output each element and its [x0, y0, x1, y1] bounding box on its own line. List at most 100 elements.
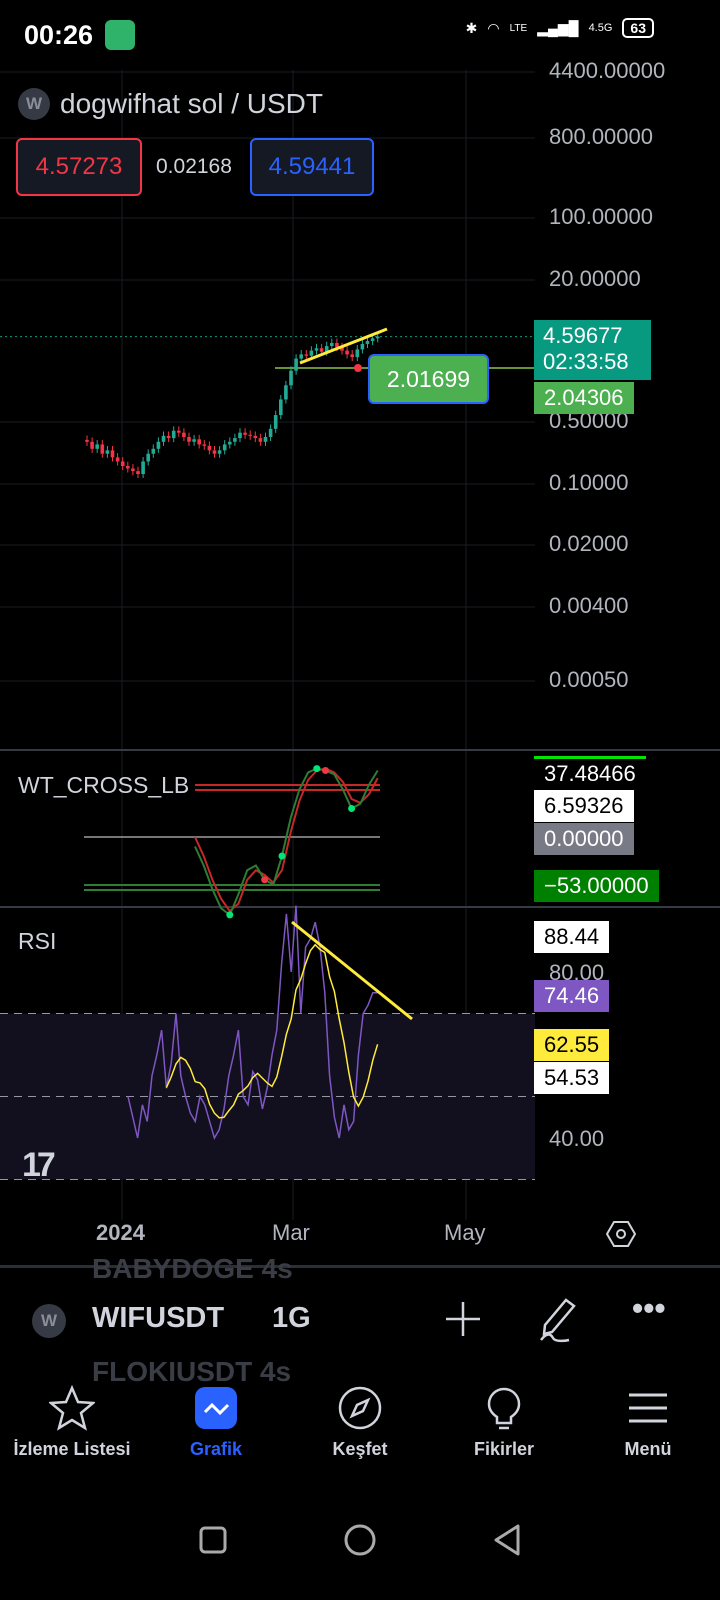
candle-body	[171, 430, 176, 439]
candle-body	[248, 434, 252, 436]
candle-body	[233, 438, 237, 442]
nav-label: Grafik	[189, 1439, 243, 1459]
candle-body	[355, 349, 360, 358]
symbol-header[interactable]: W dogwifhat sol / USDT	[18, 88, 323, 120]
app-notification-icon	[105, 20, 135, 50]
wt-cross-dot	[261, 876, 269, 884]
candle-body	[319, 348, 324, 352]
candle-body	[294, 358, 298, 371]
nav-ideas[interactable]: Fikirler	[432, 1375, 576, 1480]
bottom-toolbar: BABYDOGE 4s W WIFUSDT 1G FLOKIUSDT 4s ••…	[0, 1253, 720, 1387]
wt-indicator-title[interactable]: WT_CROSS_LB	[18, 772, 189, 799]
candle-body	[105, 450, 110, 454]
volte-icon: LTE	[509, 22, 528, 34]
candle-body	[350, 354, 354, 358]
ghost-symbol-above: BABYDOGE 4s	[92, 1253, 293, 1284]
chart-canvas[interactable]	[0, 70, 720, 1220]
rsi-indicator-title[interactable]: RSI	[18, 928, 56, 955]
spread-value: 0.02168	[156, 155, 232, 178]
candle-body	[222, 444, 227, 451]
signal-dot	[354, 364, 362, 372]
last-price-tag: 4.59677 02:33:58	[534, 320, 651, 380]
candle-body	[279, 399, 283, 416]
candle-body	[166, 435, 171, 439]
candle-body	[304, 354, 309, 356]
candle-body	[161, 435, 166, 442]
rsi-tag-signal: 62.55	[534, 1029, 610, 1061]
drawing-tools-icon[interactable]	[534, 1296, 580, 1344]
price-axis-label: 0.10000	[549, 470, 629, 495]
buy-button[interactable]: 4.59441	[250, 138, 374, 196]
nav-menu[interactable]: Menü	[576, 1375, 720, 1480]
candle-body	[299, 354, 303, 359]
chart-settings-icon[interactable]	[606, 1220, 636, 1248]
wt-cross-dot	[278, 852, 286, 860]
system-icons: ✱ ◠ LTE ▂▄▆█ 4.5G 63	[466, 18, 654, 38]
candle-body	[100, 444, 105, 454]
nav-explore[interactable]: Keşfet	[288, 1375, 432, 1480]
candle-body	[90, 441, 94, 449]
price-axis-label: 800.00000	[549, 124, 653, 149]
chart-icon	[195, 1387, 237, 1429]
signal-icon: ▂▄▆█	[537, 19, 579, 36]
symbol-logo: W	[18, 88, 50, 120]
time-axis-mar: Mar	[272, 1220, 310, 1245]
more-icon[interactable]: •••	[632, 1290, 666, 1327]
horizontal-line-price-tag: 2.04306	[534, 382, 634, 414]
bottom-nav: İzleme Listesi Grafik Keşfet Fikirler Me…	[0, 1375, 720, 1480]
candle-body	[202, 444, 207, 446]
candle-body	[182, 432, 186, 437]
price-axis-label: 20.00000	[549, 266, 641, 291]
price-axis-label: 0.00400	[549, 593, 629, 618]
system-nav-bar	[0, 1480, 720, 1600]
lightbulb-icon	[487, 1387, 521, 1430]
candle-body	[85, 439, 89, 442]
star-icon	[49, 1385, 95, 1431]
wt-cross-dot	[226, 911, 234, 919]
compass-icon	[338, 1386, 382, 1430]
candle-body	[151, 448, 156, 454]
candle-body	[131, 468, 135, 472]
candle-body	[309, 350, 314, 356]
candle-body	[253, 435, 258, 439]
wt-tag-zero: 0.00000	[534, 823, 634, 855]
candle-body	[136, 471, 140, 474]
tradingview-logo[interactable]: 17	[22, 1146, 56, 1185]
bluetooth-icon: ✱	[465, 19, 478, 36]
candle-body	[141, 461, 145, 474]
symbol-button[interactable]: WIFUSDT	[92, 1302, 224, 1335]
candle-body	[375, 336, 380, 339]
candle-body	[268, 428, 273, 437]
candle-body	[243, 432, 247, 435]
candle-body	[192, 439, 196, 442]
candle-body	[197, 439, 201, 445]
nav-label: Fikirler	[473, 1439, 535, 1459]
candle-body	[330, 342, 334, 347]
candle-body	[345, 350, 349, 355]
price-axis-label: 0.02000	[549, 531, 629, 556]
candle-body	[156, 441, 161, 449]
candle-body	[314, 348, 319, 351]
wt-cross-dot	[322, 767, 329, 774]
recents-icon[interactable]	[198, 1525, 228, 1555]
candle-body	[228, 441, 232, 445]
rsi-tag-value: 74.46	[534, 980, 610, 1012]
wt-cross-dot	[313, 765, 321, 773]
candle-body	[115, 457, 120, 462]
sell-button[interactable]: 4.57273	[16, 138, 142, 196]
home-icon[interactable]	[343, 1523, 377, 1557]
horizontal-line-label[interactable]: 2.01699	[368, 354, 489, 404]
candle-body	[110, 450, 115, 458]
nav-watchlist[interactable]: İzleme Listesi	[0, 1375, 144, 1480]
add-icon[interactable]	[444, 1300, 482, 1338]
back-icon[interactable]	[492, 1523, 522, 1557]
candle-body	[258, 438, 263, 442]
candle-body	[146, 453, 150, 462]
candle-body	[187, 436, 191, 442]
candle-body	[207, 445, 212, 451]
wt-cross-dot	[348, 805, 356, 812]
interval-button[interactable]: 1G	[272, 1302, 311, 1335]
nav-chart[interactable]: Grafik	[144, 1375, 288, 1480]
symbol-title: dogwifhat sol / USDT	[60, 88, 323, 119]
rsi-tag-min: 54.53	[534, 1062, 610, 1094]
